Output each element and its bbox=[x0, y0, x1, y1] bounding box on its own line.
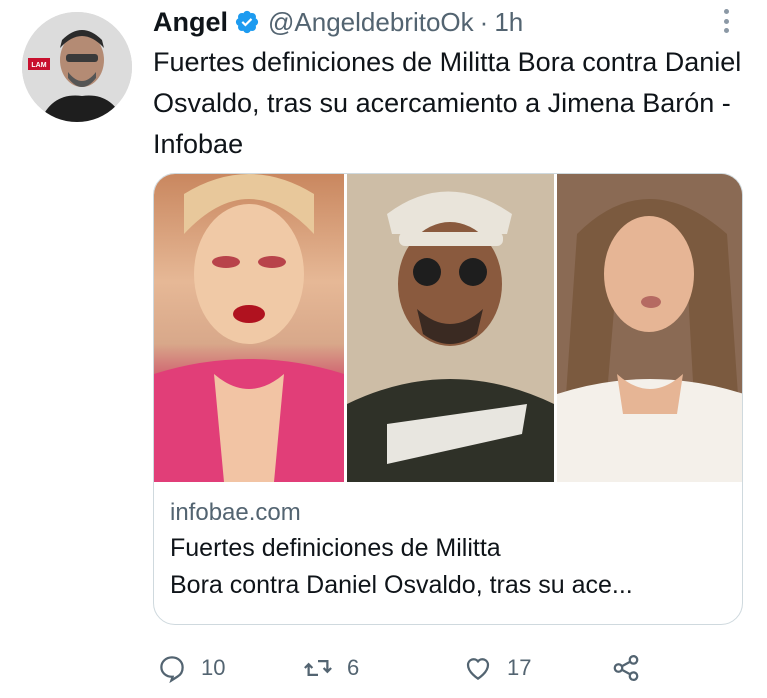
more-options-icon[interactable] bbox=[716, 6, 736, 36]
card-title-line-2: Bora contra Daniel Osvaldo, tras su ace.… bbox=[170, 571, 633, 599]
reply-button[interactable]: 10 bbox=[157, 648, 225, 688]
card-image-woman-brunette bbox=[557, 174, 742, 482]
lam-badge-text: LAM bbox=[31, 62, 46, 69]
tweet-action-bar: 10 6 17 bbox=[153, 648, 753, 688]
author-avatar[interactable]: LAM bbox=[22, 12, 132, 122]
card-body: infobae.com Fuertes definiciones de Mili… bbox=[170, 496, 730, 604]
like-icon bbox=[466, 658, 490, 680]
like-button[interactable]: 17 bbox=[463, 648, 531, 688]
share-icon bbox=[613, 655, 639, 681]
card-image-woman-red-lips bbox=[154, 174, 344, 482]
share-button[interactable] bbox=[611, 648, 655, 688]
tweet-timestamp[interactable]: 1h bbox=[494, 7, 523, 38]
reply-count: 10 bbox=[201, 655, 226, 680]
avatar-image: LAM bbox=[22, 12, 132, 122]
tweet-text: Fuertes definiciones de Militta Bora con… bbox=[153, 47, 742, 159]
retweet-count: 6 bbox=[347, 655, 360, 680]
retweet-icon bbox=[304, 660, 332, 676]
card-domain: infobae.com bbox=[170, 499, 301, 526]
card-image-collage bbox=[154, 174, 742, 482]
retweet-button[interactable]: 6 bbox=[303, 648, 359, 688]
card-image-man-cap bbox=[347, 174, 554, 482]
verified-badge-icon bbox=[235, 10, 259, 34]
reply-icon bbox=[160, 656, 184, 683]
header-separator: · bbox=[479, 6, 489, 37]
tweet-header: Angel @AngeldebritoOk · 1h bbox=[153, 4, 523, 40]
link-preview-card[interactable]: infobae.com Fuertes definiciones de Mili… bbox=[153, 173, 743, 625]
like-count: 17 bbox=[507, 655, 532, 680]
tweet[interactable]: LAM Angel @AngeldebritoOk · 1h Fuertes d… bbox=[0, 0, 767, 698]
card-title-line-1: Fuertes definiciones de Militta bbox=[170, 534, 501, 562]
author-handle[interactable]: @AngeldebritoOk bbox=[268, 7, 474, 38]
author-name[interactable]: Angel bbox=[153, 7, 228, 38]
